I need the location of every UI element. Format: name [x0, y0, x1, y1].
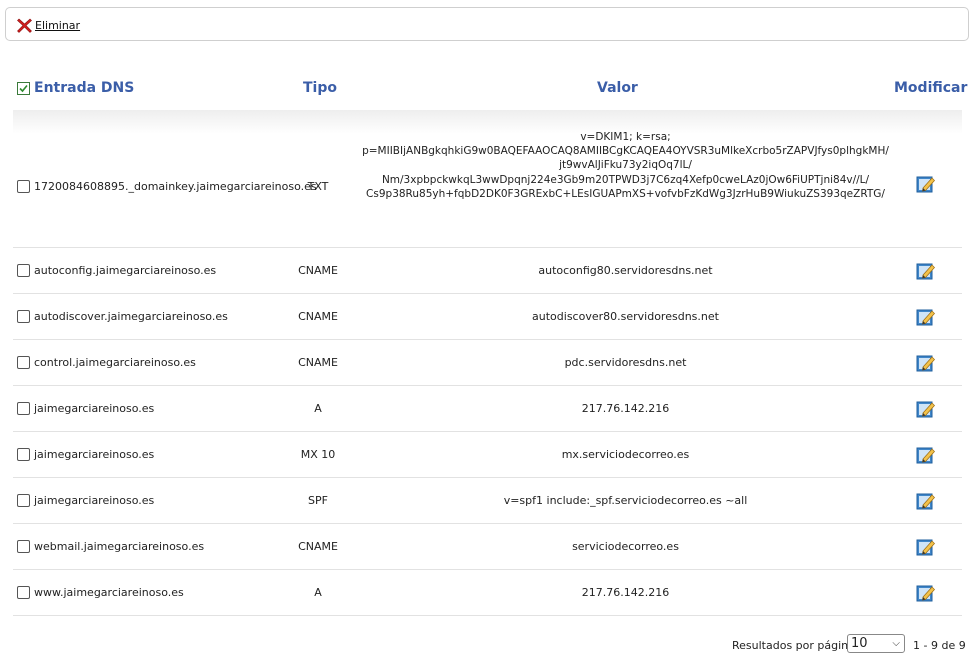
table-row: autoconfig.jaimegarciareinoso.es CNAME a… — [13, 248, 962, 294]
red-x-icon — [17, 18, 32, 33]
dns-entry-name: jaimegarciareinoso.es — [34, 448, 155, 461]
table-row: webmail.jaimegarciareinoso.es CNAME serv… — [13, 524, 962, 570]
edit-button[interactable] — [916, 307, 936, 327]
delete-button[interactable]: Eliminar — [16, 17, 80, 34]
dns-entry-name: jaimegarciareinoso.es — [34, 402, 155, 415]
dns-entry-type: CNAME — [298, 310, 338, 323]
dns-table: 1720084608895._domainkey.jaimegarciarein… — [13, 110, 962, 616]
dns-entry-value: pdc.servidoresdns.net — [564, 356, 687, 369]
dns-entry-value: autoconfig80.servidoresdns.net — [538, 264, 713, 277]
dns-entry-value: 217.76.142.216 — [581, 586, 670, 599]
delete-label[interactable]: Eliminar — [35, 19, 80, 32]
results-per-page-select[interactable]: 10 ⌵ — [847, 634, 905, 653]
toolbar: Eliminar — [5, 7, 969, 41]
select-all-checkbox-icon[interactable] — [17, 82, 30, 95]
dns-entry-type: A — [314, 402, 322, 415]
row-checkbox[interactable] — [17, 540, 30, 553]
edit-pencil-icon — [916, 176, 935, 193]
table-row: jaimegarciareinoso.es MX 10 mx.serviciod… — [13, 432, 962, 478]
dns-entry-type: CNAME — [298, 540, 338, 553]
dns-entry-value: v=DKIM1; k=rsa; p=MIIBIjANBgkqhkiG9w0BAQ… — [362, 131, 889, 200]
table-row: 1720084608895._domainkey.jaimegarciarein… — [13, 110, 962, 248]
dns-entry-name: webmail.jaimegarciareinoso.es — [34, 540, 205, 553]
row-checkbox[interactable] — [17, 448, 30, 461]
table-row: www.jaimegarciareinoso.es A 217.76.142.2… — [13, 570, 962, 616]
row-checkbox[interactable] — [17, 402, 30, 415]
chevron-down-icon: ⌵ — [892, 638, 900, 649]
column-header-tipo[interactable]: Tipo — [303, 80, 337, 98]
results-per-page-value: 10 — [851, 636, 868, 651]
row-checkbox[interactable] — [17, 356, 30, 369]
table-row: control.jaimegarciareinoso.es CNAME pdc.… — [13, 340, 962, 386]
results-per-page-label: Resultados por página — [732, 639, 855, 652]
dns-entry-type: TXT — [307, 180, 329, 193]
edit-pencil-icon — [916, 263, 935, 280]
dns-entry-value: serviciodecorreo.es — [572, 540, 679, 553]
edit-button[interactable] — [916, 491, 936, 511]
edit-button[interactable] — [916, 353, 936, 373]
edit-button[interactable] — [916, 261, 936, 281]
edit-button[interactable] — [916, 399, 936, 419]
row-checkbox[interactable] — [17, 494, 30, 507]
row-checkbox[interactable] — [17, 310, 30, 323]
column-header-valor[interactable]: Valor — [597, 80, 638, 98]
dns-entry-value: mx.serviciodecorreo.es — [561, 448, 690, 461]
row-checkbox[interactable] — [17, 264, 30, 277]
row-checkbox[interactable] — [17, 180, 30, 193]
dns-entry-type: CNAME — [298, 356, 338, 369]
edit-button[interactable] — [916, 174, 936, 194]
dns-entry-value: autodiscover80.servidoresdns.net — [532, 310, 719, 323]
column-header-modificar: Modificar — [894, 80, 968, 96]
edit-button[interactable] — [916, 583, 936, 603]
table-row: jaimegarciareinoso.es A 217.76.142.216 — [13, 386, 962, 432]
edit-pencil-icon — [916, 401, 935, 418]
dns-entry-type: A — [314, 586, 322, 599]
table-row: jaimegarciareinoso.es SPF v=spf1 include… — [13, 478, 962, 524]
dns-entry-type: SPF — [308, 494, 328, 507]
table-row: autodiscover.jaimegarciareinoso.es CNAME… — [13, 294, 962, 340]
dns-entry-value: 217.76.142.216 — [581, 402, 670, 415]
dns-entry-name: control.jaimegarciareinoso.es — [34, 356, 196, 369]
dns-entry-name: autoconfig.jaimegarciareinoso.es — [34, 264, 217, 277]
dns-entry-type: MX 10 — [300, 448, 336, 461]
edit-pencil-icon — [916, 355, 935, 372]
row-checkbox[interactable] — [17, 586, 30, 599]
edit-button[interactable] — [916, 445, 936, 465]
dns-entry-value: v=spf1 include:_spf.serviciodecorreo.es … — [503, 494, 748, 507]
edit-pencil-icon — [916, 493, 935, 510]
edit-pencil-icon — [916, 585, 935, 602]
results-range: 1 - 9 de 9 — [913, 639, 966, 652]
edit-pencil-icon — [916, 539, 935, 556]
dns-entry-name: jaimegarciareinoso.es — [34, 494, 155, 507]
dns-entry-name: www.jaimegarciareinoso.es — [34, 586, 184, 599]
dns-entry-name: autodiscover.jaimegarciareinoso.es — [34, 310, 228, 323]
edit-button[interactable] — [916, 537, 936, 557]
column-header-entrada[interactable]: Entrada DNS — [34, 80, 134, 98]
edit-pencil-icon — [916, 309, 935, 326]
edit-pencil-icon — [916, 447, 935, 464]
dns-entry-type: CNAME — [298, 264, 338, 277]
